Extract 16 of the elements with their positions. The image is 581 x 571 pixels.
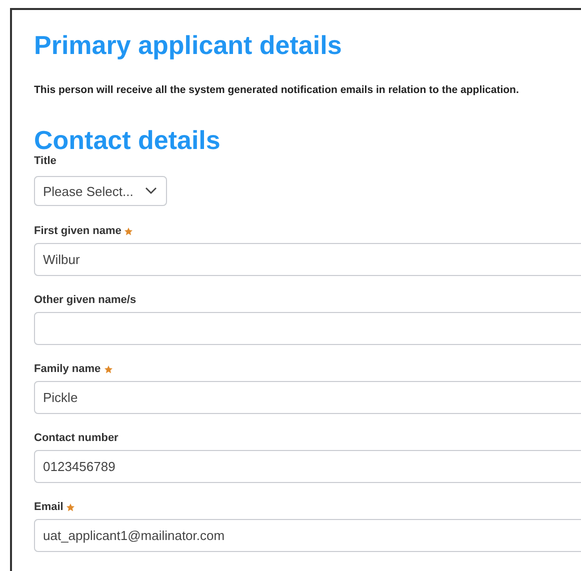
field-label: First given name — [34, 225, 122, 237]
field-label: Contact number — [34, 432, 118, 444]
field-label: Email — [34, 501, 64, 513]
field-label: Title — [34, 155, 56, 167]
chevron-down-icon — [145, 187, 158, 195]
page-heading: Primary applicant details — [34, 30, 343, 60]
text-field[interactable]: Pickle — [34, 381, 581, 414]
field-label: Family name — [34, 363, 101, 375]
field-label: Other given name/s — [34, 294, 136, 306]
intro-text: This person will receive all the system generated notification emails in relation to the application. — [34, 84, 520, 96]
text-field[interactable]: uat_applicant1@mailinator.com — [34, 519, 581, 552]
text-field[interactable]: Wilbur — [34, 243, 581, 276]
title-dropdown[interactable]: Please Select... — [34, 176, 168, 206]
text-field[interactable]: 0123456789 — [34, 450, 581, 483]
text-field[interactable] — [34, 312, 581, 345]
section-heading: Contact details — [34, 126, 222, 154]
